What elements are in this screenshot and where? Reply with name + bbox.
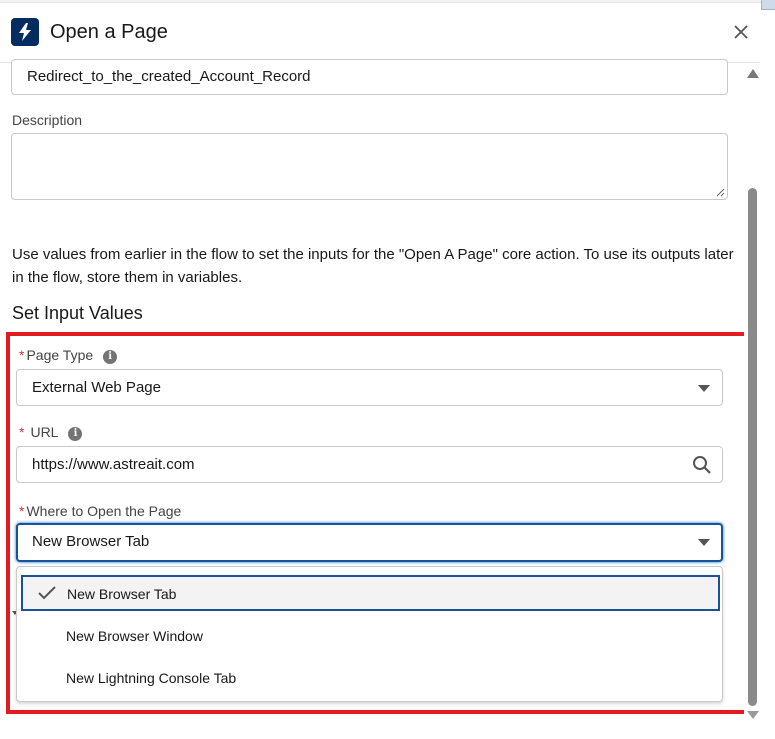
modal-header: Open a Page bbox=[0, 3, 760, 63]
where-to-open-dropdown: New Browser Tab New Browser Window New L… bbox=[16, 566, 723, 702]
close-button[interactable] bbox=[730, 21, 752, 43]
page-type-combobox[interactable]: External Web Page bbox=[16, 369, 723, 406]
modal-title: Open a Page bbox=[50, 21, 168, 43]
section-title: Set Input Values bbox=[12, 303, 143, 323]
info-icon[interactable]: i bbox=[68, 427, 83, 441]
resize-grip-icon[interactable] bbox=[715, 187, 725, 197]
option-new-browser-tab[interactable]: New Browser Tab bbox=[21, 575, 720, 611]
option-new-lightning-console-tab[interactable]: New Lightning Console Tab bbox=[17, 659, 722, 695]
option-new-browser-window[interactable]: New Browser Window bbox=[17, 617, 722, 653]
required-mark: * bbox=[19, 347, 25, 363]
description-label: Description bbox=[12, 112, 83, 128]
option-label: New Browser Tab bbox=[67, 586, 177, 602]
search-icon[interactable] bbox=[692, 455, 712, 475]
description-textarea[interactable] bbox=[11, 133, 728, 200]
check-icon bbox=[38, 586, 56, 600]
info-icon[interactable]: i bbox=[103, 350, 118, 364]
chevron-down-icon bbox=[698, 385, 710, 392]
chevron-down-icon bbox=[698, 539, 710, 546]
close-icon bbox=[734, 25, 748, 39]
url-input[interactable]: https://www.astreait.com bbox=[16, 446, 723, 483]
option-label: New Browser Window bbox=[66, 628, 203, 644]
url-value: https://www.astreait.com bbox=[32, 456, 195, 473]
required-mark: * bbox=[19, 424, 25, 440]
scrollbar[interactable] bbox=[744, 63, 760, 723]
scroll-up-arrow-icon[interactable] bbox=[747, 69, 759, 78]
option-label: New Lightning Console Tab bbox=[66, 670, 237, 686]
where-to-open-label: * Where to Open the Page bbox=[19, 503, 181, 519]
url-label-text: URL bbox=[30, 424, 59, 440]
where-to-open-value: New Browser Tab bbox=[32, 533, 150, 550]
where-to-open-combobox[interactable]: New Browser Tab bbox=[16, 523, 723, 562]
page-type-value: External Web Page bbox=[32, 379, 161, 396]
required-mark: * bbox=[19, 503, 25, 519]
scroll-down-arrow-icon[interactable] bbox=[747, 711, 759, 719]
where-to-open-label-text: Where to Open the Page bbox=[26, 503, 182, 519]
url-label: * URL i bbox=[19, 424, 83, 441]
page-type-label: * Page Type i bbox=[19, 347, 118, 364]
api-name-input[interactable]: Redirect_to_the_created_Account_Record bbox=[11, 59, 728, 95]
help-text: Use values from earlier in the flow to s… bbox=[12, 246, 734, 286]
lightning-bolt-icon bbox=[11, 18, 39, 46]
page-type-label-text: Page Type bbox=[26, 347, 94, 363]
scroll-thumb[interactable] bbox=[748, 188, 757, 706]
corner-decoration bbox=[761, 0, 775, 10]
